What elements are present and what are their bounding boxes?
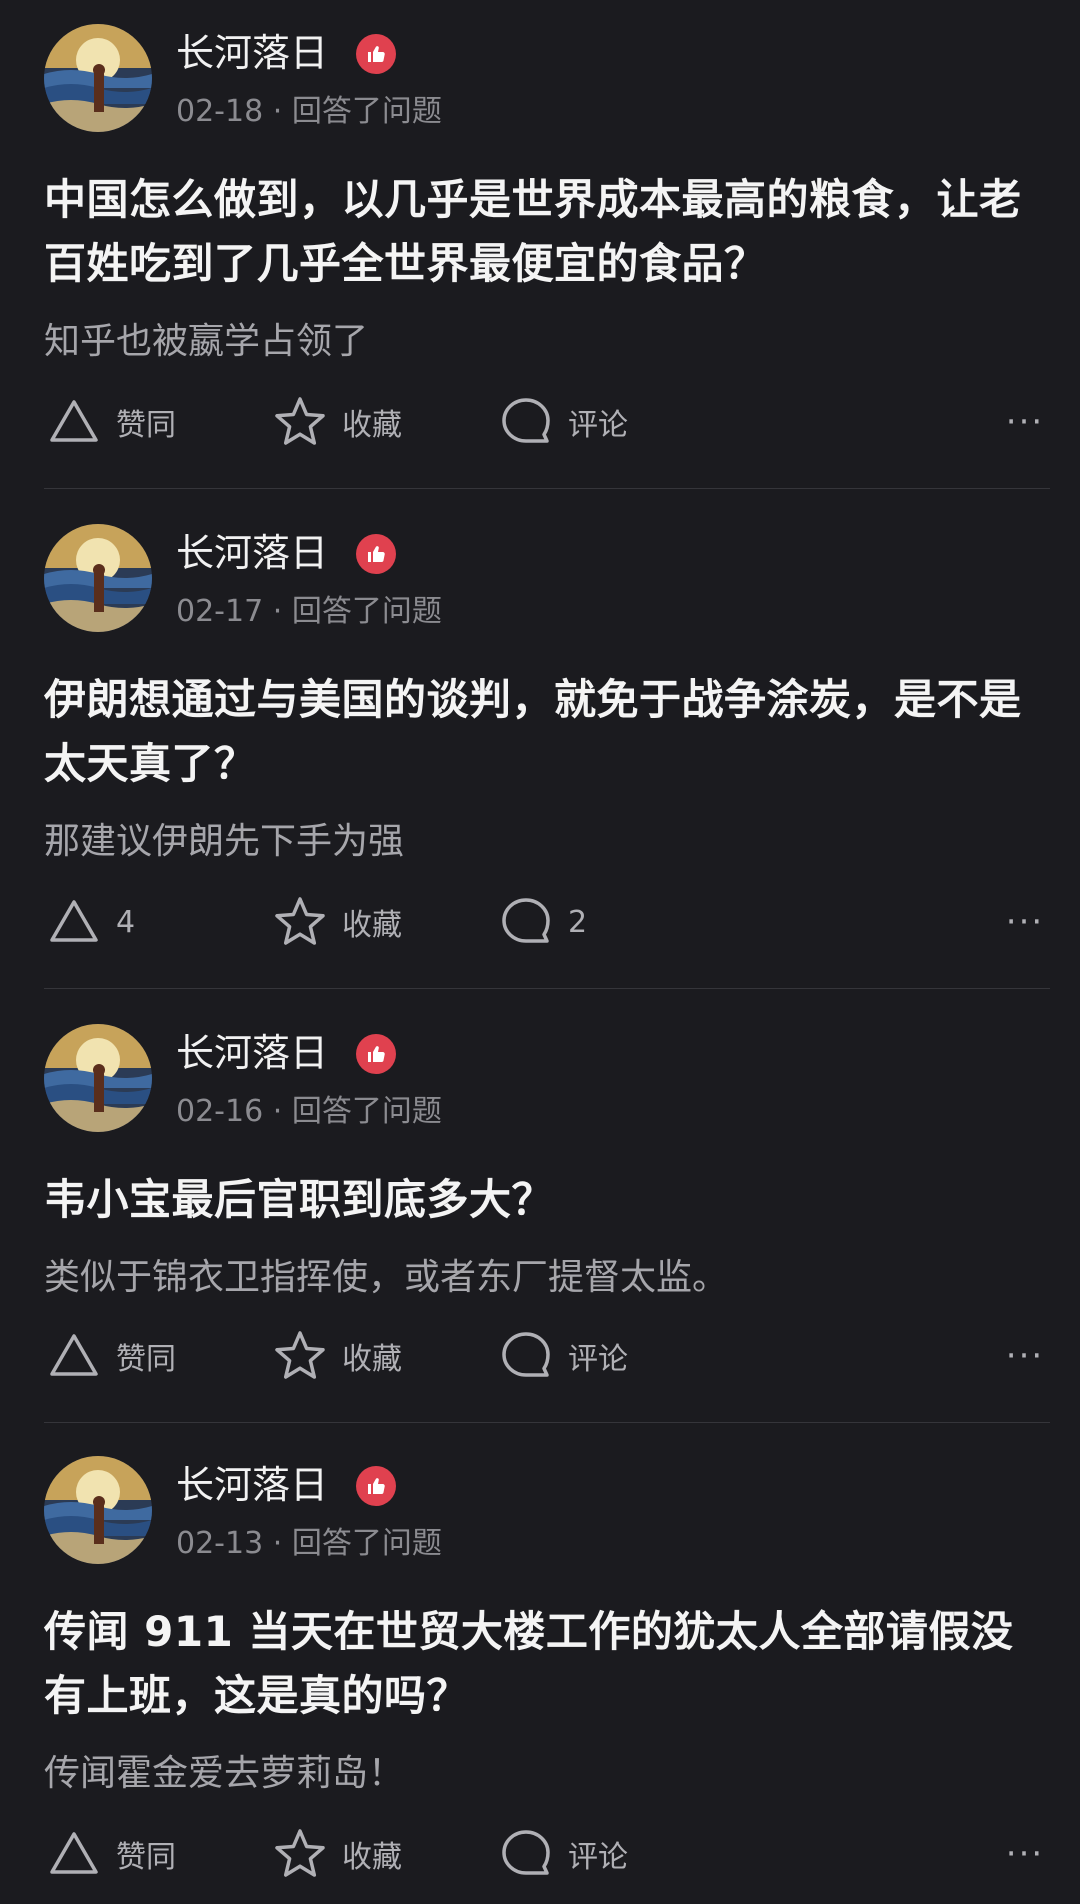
badge-icon: [356, 1034, 396, 1074]
answer-excerpt[interactable]: 类似于锦衣卫指挥使，或者东厂提督太监。: [44, 1256, 1044, 1300]
feed-card[interactable]: 长河落日 02-16 · 回答了问题 韦小宝最后官职到底多大？ 类似于锦衣卫指挥…: [0, 1000, 1080, 1432]
ellipsis-icon: ···: [1005, 1336, 1045, 1376]
more-button[interactable]: ···: [1000, 892, 1050, 952]
triangle-up-icon: [50, 400, 98, 442]
upvote-button[interactable]: 4: [46, 892, 135, 952]
question-title[interactable]: 韦小宝最后官职到底多大？: [44, 1168, 1044, 1232]
badge-icon: [356, 1466, 396, 1506]
post-date: 02-17: [176, 594, 264, 629]
question-title[interactable]: 中国怎么做到，以几乎是世界成本最高的粮食，让老百姓吃到了几乎全世界最便宜的食品？: [44, 168, 1044, 296]
avatar[interactable]: [44, 1024, 152, 1132]
speech-bubble-icon: [502, 1830, 550, 1875]
feed-card[interactable]: 长河落日 02-18 · 回答了问题 中国怎么做到，以几乎是世界成本最高的粮食，…: [0, 0, 1080, 490]
upvote-button[interactable]: 赞同: [46, 392, 176, 452]
post-action-text: 回答了问题: [291, 94, 442, 129]
post-action-text: 回答了问题: [291, 1094, 442, 1129]
feed-card[interactable]: 长河落日 02-17 · 回答了问题 伊朗想通过与美国的谈判，就免于战争涂炭，是…: [0, 500, 1080, 990]
answer-excerpt[interactable]: 知乎也被嬴学占领了: [44, 320, 1044, 364]
avatar-image: [44, 524, 152, 632]
triangle-up-icon: [50, 1832, 98, 1874]
meta-separator: ·: [272, 94, 283, 129]
post-meta: 02-16 · 回答了问题: [176, 1094, 442, 1130]
star-icon: [275, 1331, 325, 1379]
speech-bubble-icon: [502, 398, 550, 443]
post-date: 02-13: [176, 1526, 264, 1561]
answer-excerpt[interactable]: 传闻霍金爱去萝莉岛！: [44, 1752, 1044, 1796]
answer-excerpt[interactable]: 那建议伊朗先下手为强: [44, 820, 1044, 864]
avatar[interactable]: [44, 1456, 152, 1564]
comment-button[interactable]: 2: [498, 892, 587, 952]
author-name[interactable]: 长河落日: [176, 1030, 328, 1076]
avatar-image: [44, 1456, 152, 1564]
upvote-button[interactable]: 赞同: [46, 1824, 176, 1884]
triangle-up-icon: [50, 900, 98, 942]
question-title[interactable]: 传闻 911 当天在世贸大楼工作的犹太人全部请假没有上班，这是真的吗？: [44, 1600, 1044, 1728]
star-icon: [275, 397, 325, 445]
author-name[interactable]: 长河落日: [176, 530, 328, 576]
speech-bubble-icon: [502, 1332, 550, 1377]
speech-bubble-icon: [502, 898, 550, 943]
favorite-button[interactable]: 收藏: [272, 392, 402, 452]
post-action-text: 回答了问题: [291, 594, 442, 629]
upvote-label: 赞同: [116, 1840, 176, 1875]
post-meta: 02-18 · 回答了问题: [176, 94, 442, 130]
action-bar: 赞同 收藏 评论 ···: [0, 1326, 1080, 1386]
star-icon: [275, 1829, 325, 1877]
upvote-count: 4: [116, 904, 136, 940]
favorite-label: 收藏: [342, 408, 402, 443]
post-action-text: 回答了问题: [291, 1526, 442, 1561]
action-bar: 4 收藏 2 ···: [0, 892, 1080, 952]
comment-button[interactable]: 评论: [498, 392, 628, 452]
comment-label: 评论: [568, 1342, 628, 1377]
post-meta: 02-13 · 回答了问题: [176, 1526, 442, 1562]
favorite-label: 收藏: [342, 1840, 402, 1875]
action-bar: 赞同 收藏 评论 ···: [0, 392, 1080, 452]
upvote-label: 赞同: [116, 408, 176, 443]
divider: [44, 1422, 1050, 1423]
comment-label: 评论: [568, 1840, 628, 1875]
upvote-button[interactable]: 赞同: [46, 1326, 176, 1386]
meta-separator: ·: [272, 594, 283, 629]
post-meta: 02-17 · 回答了问题: [176, 594, 442, 630]
badge-icon: [356, 34, 396, 74]
comment-button[interactable]: 评论: [498, 1824, 628, 1884]
avatar[interactable]: [44, 24, 152, 132]
triangle-up-icon: [50, 1334, 98, 1376]
divider: [44, 488, 1050, 489]
favorite-button[interactable]: 收藏: [272, 1824, 402, 1884]
answer-feed: 长河落日 02-18 · 回答了问题 中国怎么做到，以几乎是世界成本最高的粮食，…: [0, 0, 1080, 1904]
badge-icon: [356, 534, 396, 574]
favorite-label: 收藏: [342, 908, 402, 943]
avatar-image: [44, 24, 152, 132]
post-date: 02-16: [176, 1094, 264, 1129]
action-bar: 赞同 收藏 评论 ···: [0, 1824, 1080, 1884]
avatar-image: [44, 1024, 152, 1132]
meta-separator: ·: [272, 1094, 283, 1129]
more-button[interactable]: ···: [1000, 1824, 1050, 1884]
more-button[interactable]: ···: [1000, 1326, 1050, 1386]
author-name[interactable]: 长河落日: [176, 1462, 328, 1508]
meta-separator: ·: [272, 1526, 283, 1561]
comment-count: 2: [568, 904, 588, 940]
star-icon: [275, 897, 325, 945]
avatar[interactable]: [44, 524, 152, 632]
divider: [44, 988, 1050, 989]
ellipsis-icon: ···: [1005, 402, 1045, 442]
comment-button[interactable]: 评论: [498, 1326, 628, 1386]
ellipsis-icon: ···: [1005, 902, 1045, 942]
feed-card[interactable]: 长河落日 02-13 · 回答了问题 传闻 911 当天在世贸大楼工作的犹太人全…: [0, 1432, 1080, 1904]
favorite-button[interactable]: 收藏: [272, 892, 402, 952]
comment-label: 评论: [568, 408, 628, 443]
question-title[interactable]: 伊朗想通过与美国的谈判，就免于战争涂炭，是不是太天真了？: [44, 668, 1044, 796]
ellipsis-icon: ···: [1005, 1834, 1045, 1874]
favorite-button[interactable]: 收藏: [272, 1326, 402, 1386]
favorite-label: 收藏: [342, 1342, 402, 1377]
more-button[interactable]: ···: [1000, 392, 1050, 452]
author-name[interactable]: 长河落日: [176, 30, 328, 76]
upvote-label: 赞同: [116, 1342, 176, 1377]
post-date: 02-18: [176, 94, 264, 129]
